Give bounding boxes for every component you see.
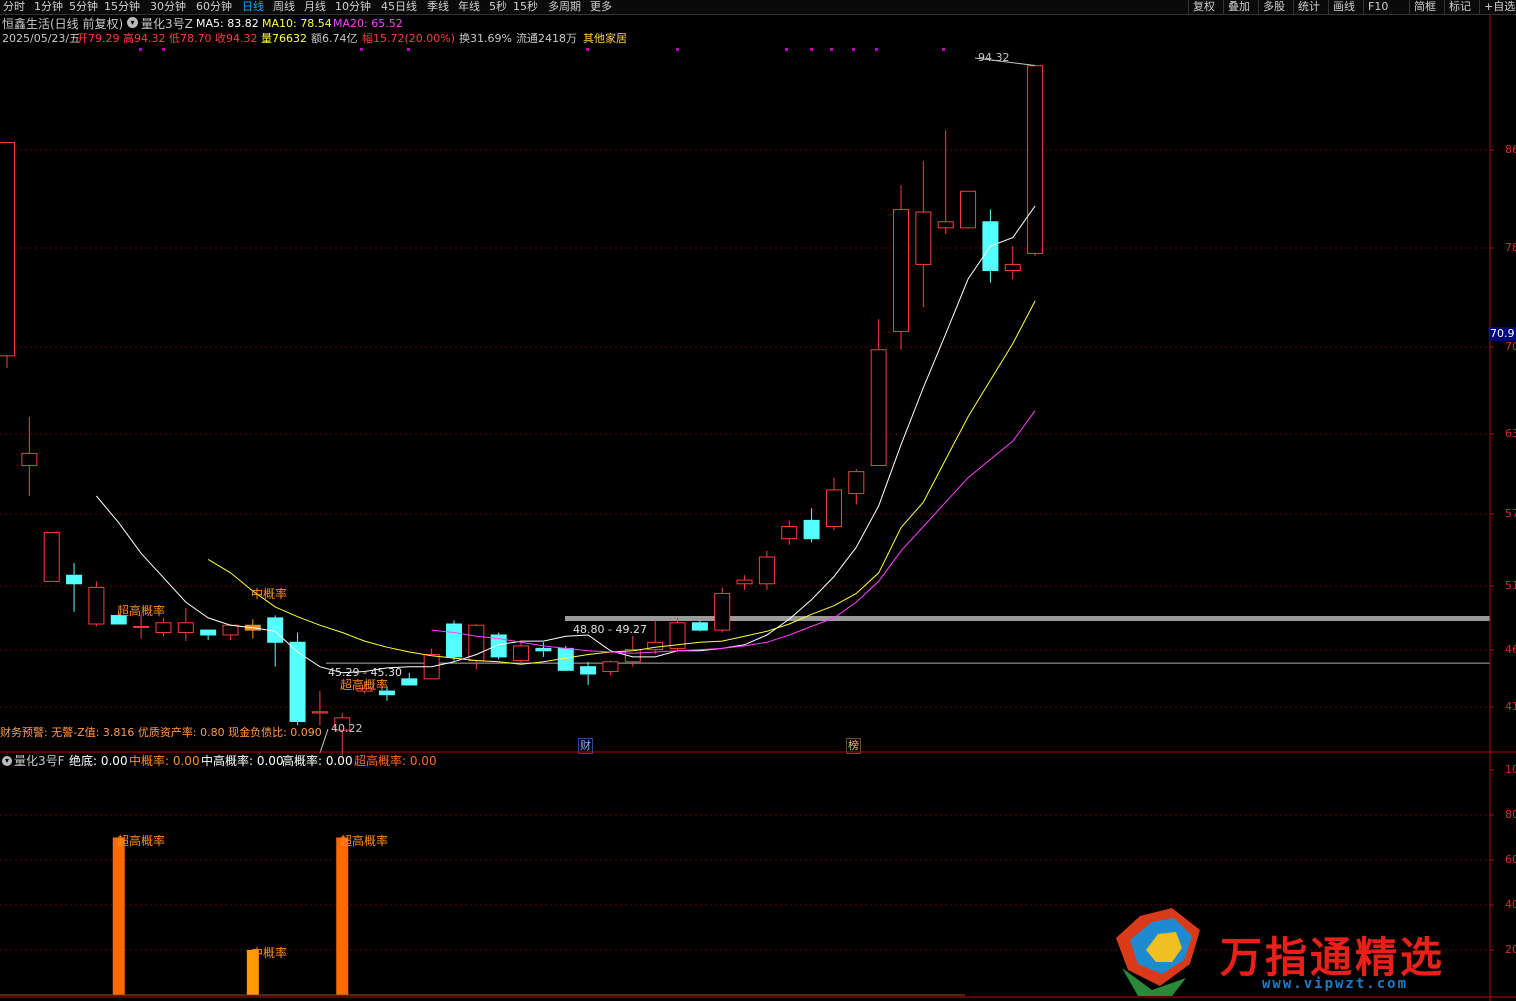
signal-dot	[810, 48, 813, 51]
candle-body	[222, 624, 239, 636]
signal-dot	[676, 48, 679, 51]
candle-body	[401, 678, 418, 686]
candle-body	[200, 629, 217, 636]
grid-lines	[0, 149, 1490, 951]
signal-dot	[407, 48, 410, 51]
sub-bar	[112, 837, 125, 995]
candle-body	[1004, 263, 1021, 272]
candle-body	[133, 625, 150, 628]
candle-body	[937, 221, 954, 229]
low-price-marker: 40.22	[331, 722, 363, 735]
candle-body	[311, 711, 328, 714]
finance-marker-icon[interactable]: 财	[578, 738, 593, 754]
sub-gao-gai-lv: 高概率: 0.00	[282, 754, 353, 768]
candlesticks	[0, 57, 1044, 756]
candle-body	[915, 211, 932, 265]
candle-body	[803, 519, 820, 540]
candle-body	[88, 586, 105, 625]
sub-chao-gao-gai-lv: 超高概率: 0.00	[354, 754, 437, 768]
watermark: 万指通精选 www.vipwzt.com	[1112, 908, 1512, 998]
finance-warning: 财务预警: 无警-Z值: 3.816 优质资产率: 0.80 现金负债比: 0.…	[0, 726, 322, 739]
price-tick-label: 46	[1505, 643, 1516, 656]
signal-dot	[942, 48, 945, 51]
sub-indicator-bars	[0, 837, 965, 996]
candle-body	[1027, 65, 1044, 254]
sub-bar-label-3: 超高概率	[340, 834, 389, 848]
watermark-logo-icon	[1116, 908, 1200, 996]
signal-label-mid: 中概率	[251, 587, 288, 601]
sub-bar	[336, 837, 349, 995]
sub-tick-label: 10	[1505, 763, 1516, 776]
price-tick-label: 78	[1505, 241, 1516, 254]
signal-dot	[875, 48, 878, 51]
candle-body	[535, 647, 552, 652]
candle-body	[736, 579, 753, 585]
signal-label-super-high-2: 超高概率	[340, 678, 389, 692]
sub-tick-label: 80	[1505, 808, 1516, 821]
candle-body	[468, 624, 485, 662]
sub-indicator-name[interactable]: 量化3号F	[14, 754, 65, 768]
sub-bar-label-2: 中概率	[251, 946, 288, 960]
sub-zhong-gai-lv: 中概率: 0.00	[129, 754, 200, 768]
candle-body	[446, 623, 462, 658]
signal-dot	[586, 48, 589, 51]
kline-chart[interactable]	[0, 0, 1516, 1001]
candle-body	[580, 666, 597, 675]
price-tick-label: 51	[1505, 579, 1516, 592]
candle-body	[155, 622, 172, 634]
candle-body	[177, 622, 194, 634]
candle-body	[893, 209, 909, 332]
sub-bar-label-1: 超高概率	[117, 834, 166, 848]
current-price-tag: 70.9	[1490, 327, 1516, 341]
signal-dot	[162, 48, 165, 51]
price-tick-label: 41	[1505, 700, 1516, 713]
price-tick-label: 57	[1505, 507, 1516, 520]
candle-body	[758, 556, 775, 585]
candle-body	[691, 622, 708, 631]
candle-body	[513, 645, 530, 662]
sub-jue-di: 绝底: 0.00	[69, 754, 128, 768]
signal-label-super-high-1: 超高概率	[117, 604, 166, 618]
sub-tick-label: 60	[1505, 853, 1516, 866]
candle-body	[43, 532, 60, 582]
candle-body	[825, 489, 842, 527]
candle-body	[0, 142, 15, 357]
candle-body	[714, 593, 731, 631]
signal-dot	[785, 48, 788, 51]
signal-dot	[139, 48, 142, 51]
candle-body	[602, 661, 619, 673]
candle-body	[781, 525, 798, 540]
ma10-line	[207, 300, 1036, 665]
candle-body	[289, 641, 306, 723]
signal-dot	[360, 48, 363, 51]
candle-body	[848, 471, 865, 495]
ranking-marker-icon[interactable]: 榜	[846, 738, 861, 754]
price-tick-label: 70	[1505, 340, 1516, 353]
price-tick-label: 63	[1505, 427, 1516, 440]
candle-body	[870, 349, 887, 467]
sub-toggle-icon[interactable]: ▾	[2, 756, 12, 766]
support-range-2-label: 48.80 - 49.27	[573, 623, 647, 636]
candle-body	[66, 574, 83, 585]
signal-dot	[852, 48, 855, 51]
price-axes	[0, 15, 1516, 1001]
candle-body	[21, 452, 38, 467]
price-tick-label: 86	[1505, 143, 1516, 156]
candle-body	[960, 190, 977, 229]
sub-zhong-gao-gai-lv: 中高概率: 0.00	[201, 754, 284, 768]
high-price-marker: 94.32	[978, 51, 1010, 64]
signal-dot	[830, 48, 833, 51]
